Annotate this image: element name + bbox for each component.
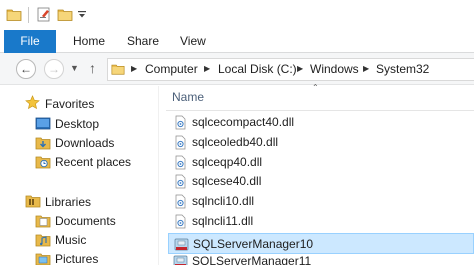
tab-file[interactable]: File: [4, 30, 56, 53]
dll-file-icon: [175, 174, 186, 189]
file-name: sqlceqp40.dll: [192, 155, 263, 169]
breadcrumb-local-disk[interactable]: Local Disk (C:): [218, 58, 297, 81]
libraries-heading[interactable]: Libraries: [45, 195, 91, 209]
sort-ascending-icon: ⌃: [312, 83, 319, 92]
dll-file-icon: [175, 214, 186, 229]
file-name: sqlceoledb40.dll: [192, 135, 279, 149]
ribbon-bar: [0, 30, 474, 53]
sidebar-item-desktop[interactable]: Desktop: [55, 117, 99, 131]
dll-file-icon: [175, 194, 186, 209]
file-name: sqlcecompact40.dll: [192, 115, 295, 129]
documents-icon: [35, 215, 51, 228]
file-row[interactable]: sqlncli10.dll: [168, 191, 474, 212]
file-name: sqlncli11.dll: [192, 214, 254, 228]
music-icon: [35, 234, 51, 247]
file-name: sqlcese40.dll: [192, 174, 262, 188]
folder-icon: [111, 64, 125, 75]
file-name: SQLServerManager11: [192, 254, 312, 265]
customize-toolbar-icon[interactable]: [77, 10, 87, 19]
folder-icon[interactable]: [6, 7, 22, 22]
sidebar-item-pictures[interactable]: Pictures: [55, 252, 98, 265]
properties-icon[interactable]: [36, 7, 52, 22]
dll-file-icon: [175, 115, 186, 130]
file-row[interactable]: sqlcecompact40.dll: [168, 112, 474, 133]
file-row[interactable]: sqlceqp40.dll: [168, 152, 474, 173]
pane-divider[interactable]: [158, 86, 159, 265]
sidebar-item-documents[interactable]: Documents: [55, 214, 116, 228]
recent-places-icon: [35, 156, 51, 169]
breadcrumb-chevron-icon[interactable]: ▶: [204, 58, 210, 81]
desktop-icon: [35, 117, 51, 130]
breadcrumb-chevron-icon[interactable]: ▶: [131, 58, 137, 81]
title-bar: [0, 0, 474, 30]
breadcrumb-computer[interactable]: Computer: [145, 58, 198, 81]
forward-button[interactable]: →: [44, 59, 64, 79]
sidebar-item-recent-places[interactable]: Recent places: [55, 155, 131, 169]
tab-share[interactable]: Share: [127, 30, 159, 53]
file-row[interactable]: sqlcese40.dll: [168, 171, 474, 192]
breadcrumb-system32[interactable]: System32: [376, 58, 429, 81]
forward-arrow-icon: →: [48, 62, 60, 76]
downloads-icon: [35, 137, 51, 150]
breadcrumb-chevron-icon[interactable]: ▶: [297, 58, 303, 81]
dll-file-icon: [175, 155, 186, 170]
sidebar-item-downloads[interactable]: Downloads: [55, 136, 114, 150]
dll-file-icon: [175, 135, 186, 150]
libraries-icon: [25, 195, 41, 208]
header-divider: [166, 110, 474, 111]
favorites-heading[interactable]: Favorites: [45, 97, 94, 111]
file-row[interactable]: sqlceoledb40.dll: [168, 132, 474, 153]
up-arrow-icon[interactable]: ↑: [89, 60, 96, 76]
new-folder-icon[interactable]: [57, 7, 73, 22]
file-name: sqlncli10.dll: [192, 194, 255, 208]
star-icon: [25, 95, 40, 110]
file-row[interactable]: SQLServerManager11: [168, 251, 474, 265]
back-button[interactable]: ←: [16, 59, 36, 79]
sidebar-item-music[interactable]: Music: [55, 233, 86, 247]
back-arrow-icon: ←: [20, 62, 32, 76]
breadcrumb-windows[interactable]: Windows: [310, 58, 359, 81]
recent-locations-icon[interactable]: ▼: [70, 63, 79, 73]
tab-view[interactable]: View: [180, 30, 206, 53]
file-row[interactable]: sqlncli11.dll: [168, 211, 474, 232]
sql-server-manager-icon: [174, 238, 189, 251]
toolbar-separator: [28, 7, 29, 23]
sql-server-manager-icon: [173, 255, 188, 265]
pictures-icon: [35, 253, 51, 265]
column-header: [166, 86, 474, 110]
breadcrumb-chevron-icon[interactable]: ▶: [363, 58, 369, 81]
tab-home[interactable]: Home: [73, 30, 105, 53]
column-header-name[interactable]: Name: [172, 90, 204, 104]
